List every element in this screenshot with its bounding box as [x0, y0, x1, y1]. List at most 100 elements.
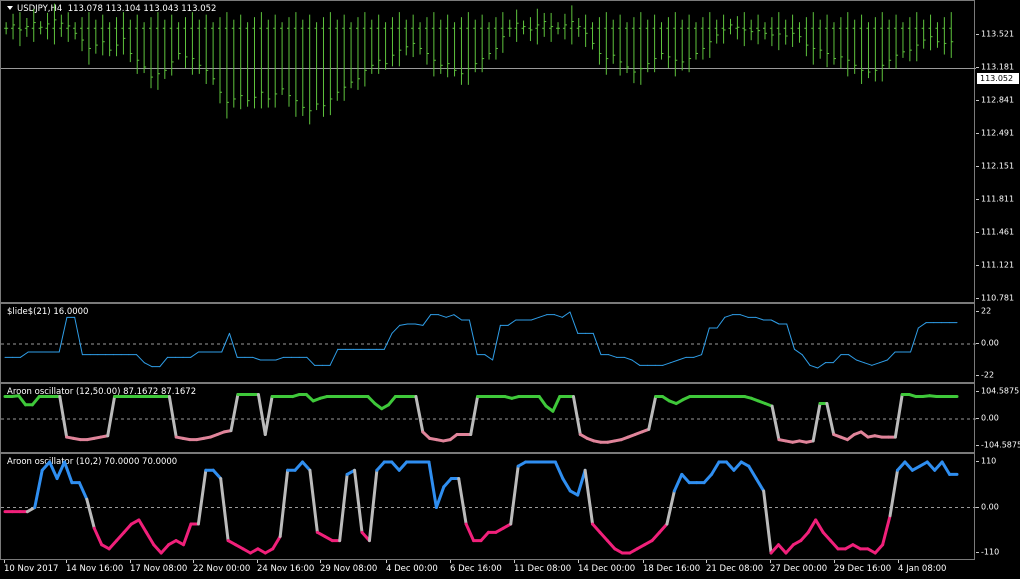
price-bar [204, 14, 209, 84]
indicator-segment [437, 314, 447, 318]
price-bar [321, 17, 326, 117]
price-bar [611, 19, 616, 64]
price-bar [280, 22, 285, 95]
indicator-segment [159, 543, 171, 555]
price-bar [921, 19, 926, 49]
indicator-segment [732, 460, 743, 472]
aroon2-scale[interactable]: 110 0.00 -110 [976, 453, 1020, 560]
price-bar [66, 12, 71, 42]
price-bar [680, 19, 685, 71]
time-axis[interactable]: 10 Nov 2017 14 Nov 16:00 17 Nov 08:00 22 No… [0, 560, 975, 579]
price-bar [245, 22, 250, 107]
price-bar [473, 19, 478, 73]
indicator-segment [58, 395, 69, 439]
indicator-segment [777, 543, 788, 555]
price-bar [38, 21, 43, 35]
indicator-segment [387, 395, 397, 407]
price-bar [80, 17, 85, 52]
indicator-segment [893, 392, 904, 439]
slides-scale[interactable]: 22 0.00 -22 [976, 303, 1020, 383]
price-bar [714, 19, 719, 44]
indicator-segment [92, 526, 104, 547]
indicator-segment [390, 460, 401, 472]
indicator-segment [809, 364, 819, 369]
price-bar [597, 17, 602, 65]
price-bar [880, 12, 885, 82]
indicator-segment [107, 539, 119, 551]
time-tick-mark [193, 560, 194, 563]
indicator-segment [228, 332, 238, 358]
indicator-segment [367, 468, 379, 543]
time-tick-label: 6 Dec 16:00 [450, 564, 502, 574]
price-chart-pane[interactable]: USDJPY,H4 113.078 113.104 113.043 113.05… [0, 0, 976, 303]
price-tick-label: 112.841 [981, 95, 1015, 105]
indicator-segment [925, 460, 937, 472]
price-scale[interactable]: 113.521 113.181 112.841 112.491 112.151 111.8… [976, 0, 1020, 303]
indicator-segment [871, 362, 881, 366]
indicator-segment [821, 530, 833, 543]
price-bar [894, 14, 899, 69]
price-bar [100, 14, 105, 56]
price-bar [155, 12, 160, 90]
indicator-segment [814, 518, 825, 534]
indicator-segment [693, 354, 703, 358]
price-tick-label: 113.521 [981, 29, 1015, 39]
price-tick-label: 111.121 [981, 260, 1015, 270]
time-tick-label: 11 Dec 08:00 [514, 564, 572, 574]
indicator-segment [137, 518, 148, 534]
indicator-segment [414, 323, 424, 326]
price-bar [397, 12, 402, 67]
indicator-segment [747, 464, 758, 481]
indicator-segment [917, 322, 927, 329]
time-tick-label: 27 Dec 00:00 [770, 564, 828, 574]
indicator-segment [848, 354, 857, 361]
indicator-segment [152, 543, 163, 555]
price-bar [638, 12, 643, 85]
indicator-segment [724, 314, 734, 318]
slides-indicator-pane[interactable]: $lide$(21) 16.0000 [0, 303, 976, 383]
time-tick-mark [4, 560, 5, 563]
price-tick-label: 111.461 [981, 227, 1015, 237]
indicator-segment [608, 354, 617, 358]
indicator-segment [399, 323, 408, 326]
indicator-segment [19, 351, 29, 358]
indicator-segment [829, 539, 840, 551]
indicator-segment [275, 356, 285, 361]
indicator-segment [182, 522, 193, 547]
indicator-tick-mark [976, 311, 979, 312]
aroon1-pane[interactable]: Aroon oscillator (12,50.00) 87.1672 87.1… [0, 383, 976, 453]
indicator-segment [136, 354, 145, 364]
price-bar [383, 22, 388, 70]
indicator-segment [537, 395, 548, 408]
indicator-segment [159, 356, 169, 368]
price-tick-mark [976, 232, 979, 233]
price-bar [673, 12, 678, 77]
indicator-segment [762, 489, 773, 555]
indicator-segment [879, 359, 888, 364]
indicator-segment [825, 402, 836, 436]
indicator-segment [77, 481, 89, 501]
price-bar [149, 17, 154, 89]
price-tick-mark [976, 34, 979, 35]
aroon2-pane[interactable]: Aroon oscillator (10,2) 70.0000 70.0000 [0, 453, 976, 560]
price-bar [24, 18, 29, 37]
indicator-segment [427, 460, 438, 509]
indicator-segment [115, 530, 126, 543]
price-bar [721, 14, 726, 44]
price-tick-label: 112.151 [981, 161, 1015, 171]
price-bar [4, 22, 9, 35]
price-tick-mark [976, 166, 979, 167]
indicator-segment [55, 460, 66, 481]
price-tick-mark [976, 298, 979, 299]
aroon1-scale[interactable]: 104.5875 0.00 -104.5875 [976, 383, 1020, 453]
price-bar [528, 17, 533, 42]
price-bar [418, 22, 423, 55]
price-bar [176, 22, 181, 60]
price-bar [431, 12, 436, 77]
price-bar [286, 17, 291, 107]
indicator-segment [896, 460, 907, 472]
price-bar [914, 12, 919, 62]
price-tick-mark [976, 265, 979, 266]
indicator-segment [769, 543, 780, 555]
indicator-segment [375, 460, 386, 472]
